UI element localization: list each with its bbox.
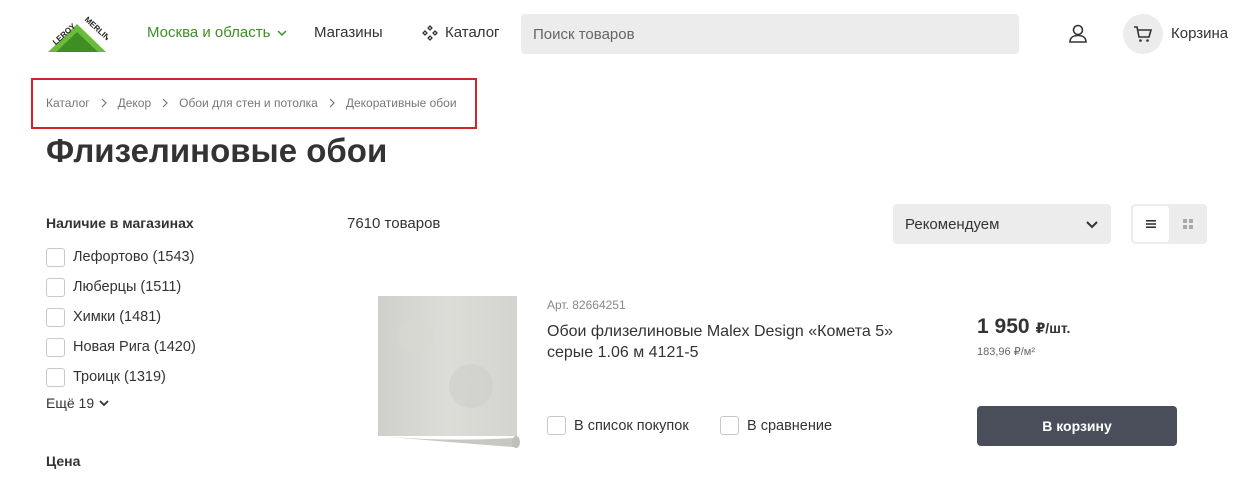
show-more-stores-button[interactable]: Ещё 19 — [46, 395, 110, 411]
store-filter-item[interactable]: Новая Рига (1420) — [46, 332, 196, 362]
product-price: 1 950 ₽/шт. — [977, 315, 1070, 339]
checkbox[interactable] — [720, 416, 739, 435]
breadcrumb-item-wallpapers[interactable]: Обои для стен и потолка — [179, 96, 318, 110]
add-to-cart-button[interactable]: В корзину — [977, 406, 1177, 446]
store-filter-label: Троицк (1319) — [73, 369, 166, 385]
price-value: 1 950 — [977, 315, 1030, 338]
store-filter-label: Люберцы (1511) — [73, 279, 182, 295]
product-count: 7610 товаров — [347, 215, 441, 232]
search-input[interactable] — [521, 14, 1019, 54]
store-filter-label: Новая Рига (1420) — [73, 339, 196, 355]
cart-label[interactable]: Корзина — [1171, 25, 1228, 42]
site-header: LEROY MERLIN Москва и область Магазины К… — [0, 0, 1259, 68]
store-filter-item[interactable]: Троицк (1319) — [46, 362, 196, 392]
store-filter-item[interactable]: Химки (1481) — [46, 302, 196, 332]
store-filter-list: Лефортово (1543) Люберцы (1511) Химки (1… — [46, 242, 196, 392]
checkbox[interactable] — [46, 277, 65, 297]
catalog-icon — [422, 24, 438, 41]
product-image[interactable] — [376, 296, 522, 448]
cart-button[interactable] — [1123, 14, 1163, 54]
product-sku: Арт. 82664251 — [547, 298, 626, 312]
view-toggle — [1131, 204, 1207, 244]
chevron-right-icon — [101, 98, 107, 108]
add-to-shopping-list[interactable]: В список покупок — [547, 416, 689, 435]
show-more-label: Ещё 19 — [46, 395, 95, 411]
chevron-down-icon — [277, 29, 287, 36]
sort-selected-label: Рекомендуем — [905, 215, 1000, 233]
product-name[interactable]: Обои флизелиновые Malex Design «Комета 5… — [547, 321, 907, 363]
chevron-down-icon — [99, 400, 109, 407]
checkbox[interactable] — [46, 337, 65, 357]
stores-link[interactable]: Магазины — [314, 24, 383, 41]
shopping-list-label: В список покупок — [574, 417, 689, 434]
catalog-label: Каталог — [445, 24, 500, 41]
chevron-right-icon — [162, 98, 169, 108]
price-unit: ₽/шт. — [1035, 320, 1071, 336]
region-selector[interactable]: Москва и область — [147, 24, 288, 41]
list-view-icon — [1146, 220, 1156, 228]
price-filter-title[interactable]: Цена — [46, 453, 80, 469]
breadcrumb-item-catalog[interactable]: Каталог — [46, 96, 90, 110]
leroy-merlin-logo[interactable]: LEROY MERLIN — [46, 14, 112, 54]
checkbox[interactable] — [547, 416, 566, 435]
breadcrumb-item-decorative-wallpapers[interactable]: Декоративные обои — [346, 96, 457, 110]
availability-filter-title: Наличие в магазинах — [46, 215, 194, 231]
add-to-compare[interactable]: В сравнение — [720, 416, 832, 435]
price-per-square-meter: 183,96 ₽/м² — [977, 346, 1035, 358]
grid-view-button[interactable] — [1171, 206, 1205, 242]
compare-label: В сравнение — [747, 417, 833, 434]
breadcrumb: Каталог Декор Обои для стен и потолка Де… — [46, 96, 457, 110]
profile-icon[interactable] — [1066, 22, 1090, 46]
store-filter-item[interactable]: Лефортово (1543) — [46, 242, 196, 272]
grid-view-icon — [1183, 219, 1193, 229]
checkbox[interactable] — [46, 247, 65, 267]
region-label: Москва и область — [147, 24, 271, 41]
breadcrumb-item-decor[interactable]: Декор — [118, 96, 152, 110]
checkbox[interactable] — [46, 307, 65, 327]
store-filter-item[interactable]: Люберцы (1511) — [46, 272, 196, 302]
sort-dropdown[interactable]: Рекомендуем — [893, 204, 1111, 244]
store-filter-label: Лефортово (1543) — [73, 249, 195, 265]
chevron-down-icon — [1086, 221, 1098, 229]
catalog-button[interactable]: Каталог — [422, 24, 500, 41]
checkbox[interactable] — [46, 367, 65, 387]
list-view-button[interactable] — [1133, 206, 1169, 242]
cart-icon — [1134, 26, 1153, 42]
chevron-right-icon — [329, 98, 335, 108]
page-title: Флизелиновые обои — [46, 132, 388, 169]
store-filter-label: Химки (1481) — [73, 309, 162, 325]
